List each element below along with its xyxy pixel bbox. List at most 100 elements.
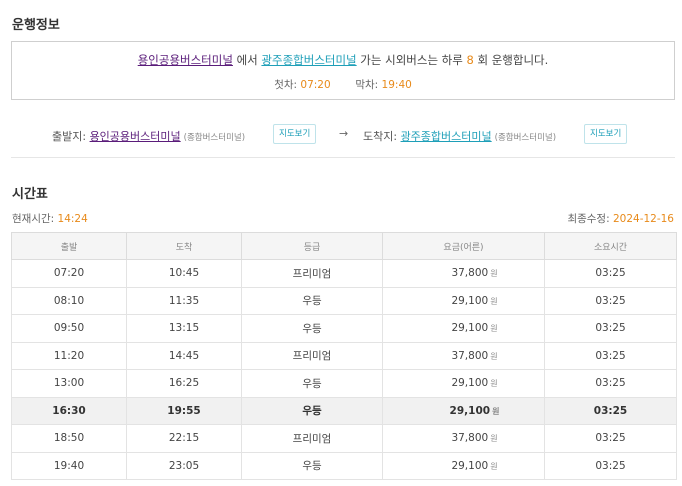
currency-unit: 원 — [490, 324, 498, 334]
arrival-time-cell: 16:25 — [126, 369, 242, 398]
last-updated-label: 최종수정: — [567, 213, 613, 225]
header-grade: 등급 — [241, 232, 383, 260]
destination-name-link[interactable]: 광주종합버스터미널 — [401, 130, 492, 143]
departure-time-cell: 09:50 — [11, 314, 127, 343]
table-row: 16:30 19:55 우등 29,100 원 03:25 — [11, 396, 677, 425]
departure-time-cell: 13:00 — [11, 369, 127, 398]
arrival-time-cell: 19:55 — [126, 396, 242, 425]
arrival-time-cell: 13:15 — [126, 314, 242, 343]
fare-cell: 29,100 원 — [382, 396, 545, 425]
bus-grade-cell: 우등 — [241, 286, 383, 315]
destination-label: 도착지: — [363, 130, 401, 143]
departure-time-cell: 07:20 — [11, 259, 127, 288]
bus-grade-cell: 프리미엄 — [241, 424, 383, 453]
timetable: 출발 도착 등급 요금(어른) 소요시간 07:20 10:45 프리미엄 37,80… — [11, 232, 677, 480]
destination-terminal-link[interactable]: 광주종합버스터미널 — [261, 53, 356, 67]
departure-time-cell: 19:40 — [11, 451, 127, 480]
daily-trip-count: 8 — [466, 53, 474, 67]
fare-cell: 29,100 원 — [382, 314, 545, 343]
arrival-time-cell: 11:35 — [126, 286, 242, 315]
fare-cell: 37,800 원 — [382, 341, 545, 370]
section-title-timetable: 시간표 — [12, 187, 48, 202]
duration-cell: 03:25 — [544, 451, 677, 480]
table-row: 08:10 11:35 우등 29,100 원 03:25 — [11, 286, 677, 315]
arrival-time-cell: 22:15 — [126, 424, 242, 453]
origin-label: 출발지: — [52, 130, 90, 143]
duration-cell: 03:25 — [544, 286, 677, 315]
fare-value: 37,800 — [451, 432, 489, 445]
departure-time-cell: 08:10 — [11, 286, 127, 315]
currency-unit: 원 — [490, 461, 498, 471]
destination-type: (종합버스터미널) — [494, 133, 557, 143]
last-bus-time: 19:40 — [381, 79, 412, 91]
first-bus-time: 07:20 — [300, 79, 331, 91]
summary-text-end: 회 운행합니다. — [473, 53, 549, 67]
origin-name-link[interactable]: 용인공용버스터미널 — [90, 130, 181, 143]
currency-unit: 원 — [490, 434, 498, 444]
departure-time-cell: 18:50 — [11, 424, 127, 453]
section-divider — [11, 157, 675, 158]
fare-value: 29,100 — [449, 404, 491, 417]
section-title-operation-info: 운행정보 — [12, 18, 60, 33]
table-row: 09:50 13:15 우등 29,100 원 03:25 — [11, 314, 677, 343]
fare-value: 37,800 — [451, 267, 489, 280]
last-bus-label: 막차: — [355, 79, 382, 91]
origin-map-button[interactable]: 지도보기 — [273, 124, 317, 144]
duration-cell: 03:25 — [544, 314, 677, 343]
fare-value: 29,100 — [451, 322, 489, 335]
operation-summary: 용인공용버스터미널 에서 광주종합버스터미널 가는 시외버스는 하루 8 회 운… — [12, 52, 674, 68]
currency-unit: 원 — [490, 379, 498, 389]
bus-grade-cell: 프리미엄 — [241, 259, 383, 288]
header-duration: 소요시간 — [544, 232, 677, 260]
duration-cell: 03:25 — [544, 369, 677, 398]
currency-unit: 원 — [490, 351, 498, 361]
table-row: 13:00 16:25 우등 29,100 원 03:25 — [11, 369, 677, 398]
header-fare: 요금(어른) — [382, 232, 545, 260]
duration-cell: 03:25 — [544, 259, 677, 288]
route-row: 출발지: 용인공용버스터미널 (종합버스터미널) 지도보기 → 도착지: 광주종합… — [0, 124, 682, 146]
table-row: 11:20 14:45 프리미엄 37,800 원 03:25 — [11, 341, 677, 370]
fare-value: 29,100 — [451, 294, 489, 307]
currency-unit: 원 — [490, 296, 498, 306]
bus-grade-cell: 프리미엄 — [241, 341, 383, 370]
origin-terminal-link[interactable]: 용인공용버스터미널 — [138, 53, 233, 67]
table-row: 18:50 22:15 프리미엄 37,800 원 03:25 — [11, 424, 677, 453]
fare-cell: 37,800 원 — [382, 424, 545, 453]
arrow-icon: → — [339, 127, 349, 140]
fare-cell: 37,800 원 — [382, 259, 545, 288]
summary-text-from: 에서 — [232, 53, 262, 67]
table-row: 07:20 10:45 프리미엄 37,800 원 03:25 — [11, 259, 677, 288]
fare-cell: 29,100 원 — [382, 286, 545, 315]
destination-info: 도착지: 광주종합버스터미널 (종합버스터미널) — [363, 128, 556, 144]
header-arrival: 도착 — [126, 232, 242, 260]
arrival-time-cell: 10:45 — [126, 259, 242, 288]
fare-cell: 29,100 원 — [382, 369, 545, 398]
currency-unit: 원 — [492, 406, 500, 416]
first-last-bus: 첫차: 07:20 막차: 19:40 — [12, 77, 674, 92]
bus-grade-cell: 우등 — [241, 369, 383, 398]
last-updated-value: 2024-12-16 — [612, 213, 674, 225]
duration-cell: 03:25 — [544, 396, 677, 425]
bus-grade-cell: 우등 — [241, 314, 383, 343]
arrival-time-cell: 14:45 — [126, 341, 242, 370]
origin-info: 출발지: 용인공용버스터미널 (종합버스터미널) — [52, 128, 245, 144]
currency-unit: 원 — [490, 269, 498, 279]
fare-value: 29,100 — [451, 459, 489, 472]
duration-cell: 03:25 — [544, 341, 677, 370]
table-row: 19:40 23:05 우등 29,100 원 03:25 — [11, 451, 677, 480]
departure-time-cell: 16:30 — [11, 396, 127, 425]
bus-grade-cell: 우등 — [241, 451, 383, 480]
bus-grade-cell: 우등 — [241, 396, 383, 425]
first-bus-label: 첫차: — [274, 79, 301, 91]
last-updated: 최종수정: 2024-12-16 — [567, 211, 674, 226]
operation-info-box: 용인공용버스터미널 에서 광주종합버스터미널 가는 시외버스는 하루 8 회 운… — [11, 41, 675, 100]
timetable-header-row: 출발 도착 등급 요금(어른) 소요시간 — [11, 232, 677, 260]
destination-map-button[interactable]: 지도보기 — [584, 124, 628, 144]
fare-cell: 29,100 원 — [382, 451, 545, 480]
duration-cell: 03:25 — [544, 424, 677, 453]
origin-type: (종합버스터미널) — [183, 133, 246, 143]
current-time-label: 현재시간: — [12, 213, 58, 225]
header-departure: 출발 — [11, 232, 127, 260]
fare-value: 37,800 — [451, 349, 489, 362]
arrival-time-cell: 23:05 — [126, 451, 242, 480]
